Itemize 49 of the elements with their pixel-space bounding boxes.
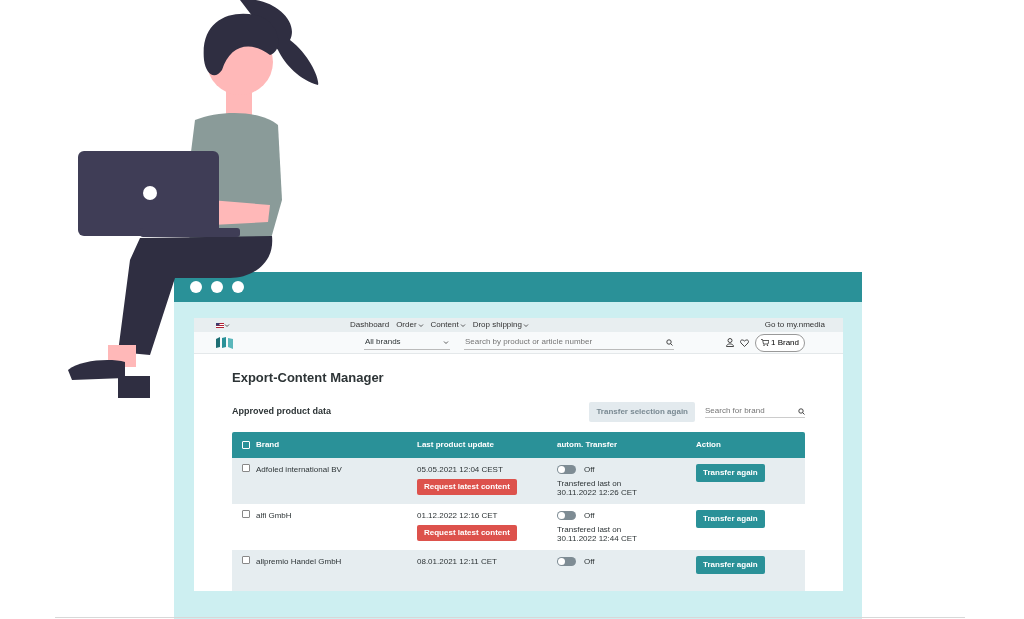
chevron-icon[interactable] bbox=[224, 322, 230, 328]
update-date: 05.05.2021 12:04 CEST bbox=[417, 463, 504, 476]
user-icon[interactable] bbox=[725, 338, 734, 347]
logo-icon[interactable] bbox=[216, 336, 234, 349]
column-header: Brand bbox=[256, 438, 280, 451]
nav-link[interactable]: Order bbox=[396, 319, 424, 331]
transfer-again-button[interactable]: Transfer again bbox=[696, 555, 765, 574]
nav-link[interactable]: Dashboard bbox=[350, 319, 390, 331]
update-date: 08.01.2021 12:11 CET bbox=[417, 555, 498, 568]
search-icon[interactable] bbox=[666, 338, 673, 346]
search-icon[interactable] bbox=[798, 407, 805, 415]
flag-icon[interactable] bbox=[216, 322, 224, 328]
header-link[interactable]: Go to my.nmedia bbox=[764, 319, 825, 331]
window-dot bbox=[232, 281, 244, 293]
request-content-button[interactable]: Request latest content bbox=[417, 524, 517, 541]
update-date: 01.12.2022 12:16 CET bbox=[417, 509, 499, 522]
toggle-switch[interactable] bbox=[557, 511, 576, 521]
search-field[interactable]: Search by product or article number bbox=[465, 336, 666, 348]
column-header: Last product update bbox=[417, 439, 494, 449]
transfer-again-button[interactable]: Transfer again bbox=[696, 463, 765, 482]
window-dot bbox=[211, 281, 223, 293]
transfer-again-button[interactable]: Transfer again bbox=[696, 509, 765, 528]
request-content-button[interactable]: Request latest content bbox=[417, 478, 517, 495]
column-header: Action bbox=[696, 439, 721, 449]
toggle-label: Off bbox=[584, 555, 595, 568]
toggle-switch[interactable] bbox=[557, 557, 576, 567]
brand-select[interactable]: All brands bbox=[364, 335, 450, 350]
checkbox[interactable] bbox=[242, 463, 250, 472]
chevron-icon bbox=[443, 339, 449, 345]
page-title: Export-Content Manager bbox=[232, 370, 385, 386]
transfer-note: Transfered last on 30.11.2022 12:26 CET bbox=[557, 478, 638, 497]
column-header: autom. Transfer bbox=[557, 439, 617, 449]
heart-icon[interactable] bbox=[739, 338, 749, 347]
checkbox[interactable] bbox=[242, 509, 250, 518]
transfer-note: Transfered last on 30.11.2022 12:44 CET bbox=[557, 524, 638, 543]
toggle-switch[interactable] bbox=[557, 465, 576, 475]
nav-link[interactable]: Drop shipping bbox=[472, 319, 529, 331]
brand-name: Adfoled international BV bbox=[256, 463, 342, 476]
window-dot bbox=[190, 281, 202, 293]
cart-icon bbox=[760, 339, 769, 346]
toggle-label: Off bbox=[584, 463, 595, 476]
cart-button[interactable]: 1 Brand bbox=[754, 333, 805, 352]
brand-search-field[interactable]: Search for brand bbox=[705, 405, 798, 418]
toggle-label: Off bbox=[584, 509, 595, 522]
checkbox[interactable] bbox=[242, 555, 250, 564]
section-heading: Approved product data bbox=[232, 404, 331, 418]
brand-name: allpremio Handel GmbH bbox=[256, 555, 342, 568]
nav-link[interactable]: Content bbox=[430, 319, 466, 331]
brand-name: alfi GmbH bbox=[256, 509, 292, 522]
